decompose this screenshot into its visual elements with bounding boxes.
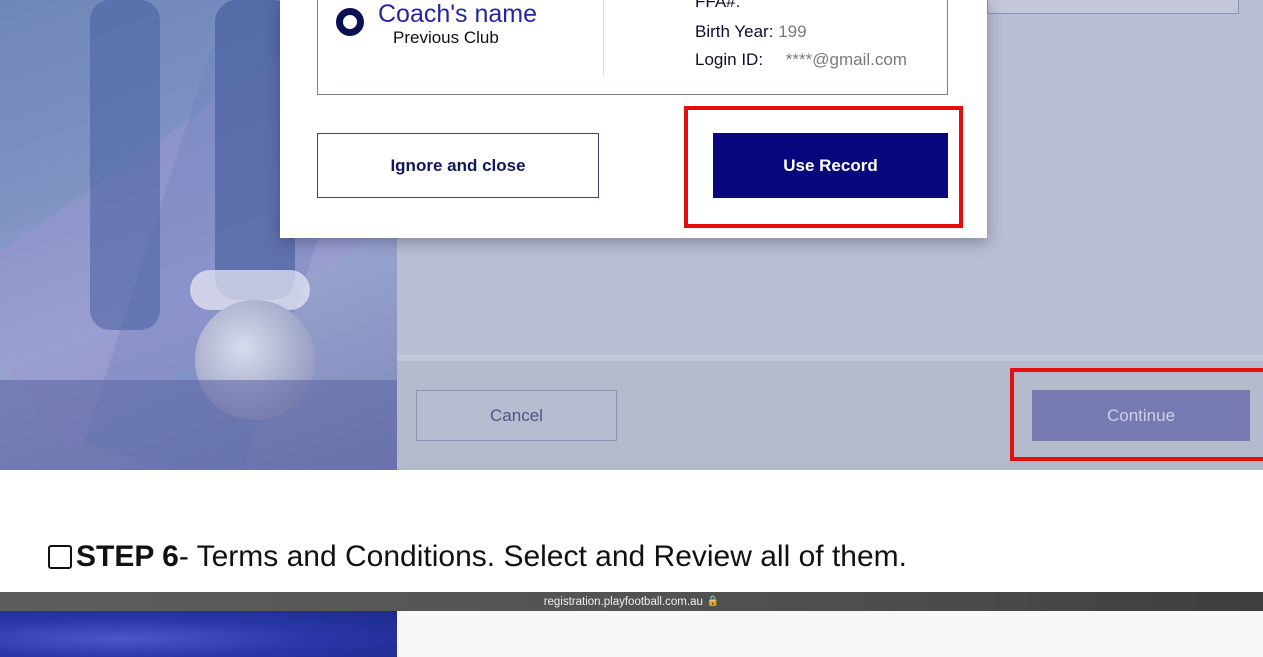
lock-icon: 🔒 (706, 596, 720, 607)
cancel-button[interactable]: Cancel (416, 390, 617, 441)
hero-image-panel (0, 611, 397, 657)
form-field-partial[interactable] (987, 0, 1239, 14)
url-text: registration.playfootball.com.au (543, 595, 703, 608)
screenshot-duplicate-record: Cancel Continue Coach's name Previous Cl… (0, 0, 1263, 470)
checkbox-icon[interactable] (48, 545, 72, 569)
ffa-number-line: FFA#: (695, 0, 741, 11)
coach-name: Coach's name (378, 0, 538, 28)
birth-year-value: 199 (778, 22, 807, 41)
step-text: - Terms and Conditions. Select and Revie… (178, 540, 907, 573)
login-id-line: Login ID: ****@gmail.com (695, 50, 907, 69)
previous-club: Previous Club (393, 28, 499, 47)
ignore-and-close-button[interactable]: Ignore and close (317, 133, 599, 198)
radio-selected-icon[interactable] (336, 8, 364, 36)
use-record-highlight-box (684, 106, 963, 228)
step-instruction: STEP 6 - Terms and Conditions. Select an… (48, 540, 907, 574)
page-content-area (397, 611, 1263, 657)
login-id-value: ****@gmail.com (785, 50, 907, 69)
step-label: STEP 6 (76, 540, 179, 573)
browser-url-bar[interactable]: registration.playfootball.com.au 🔒 (0, 592, 1263, 611)
continue-highlight-box (1010, 368, 1263, 461)
birth-year-line: Birth Year: 199 (695, 22, 807, 41)
card-divider (603, 0, 604, 75)
